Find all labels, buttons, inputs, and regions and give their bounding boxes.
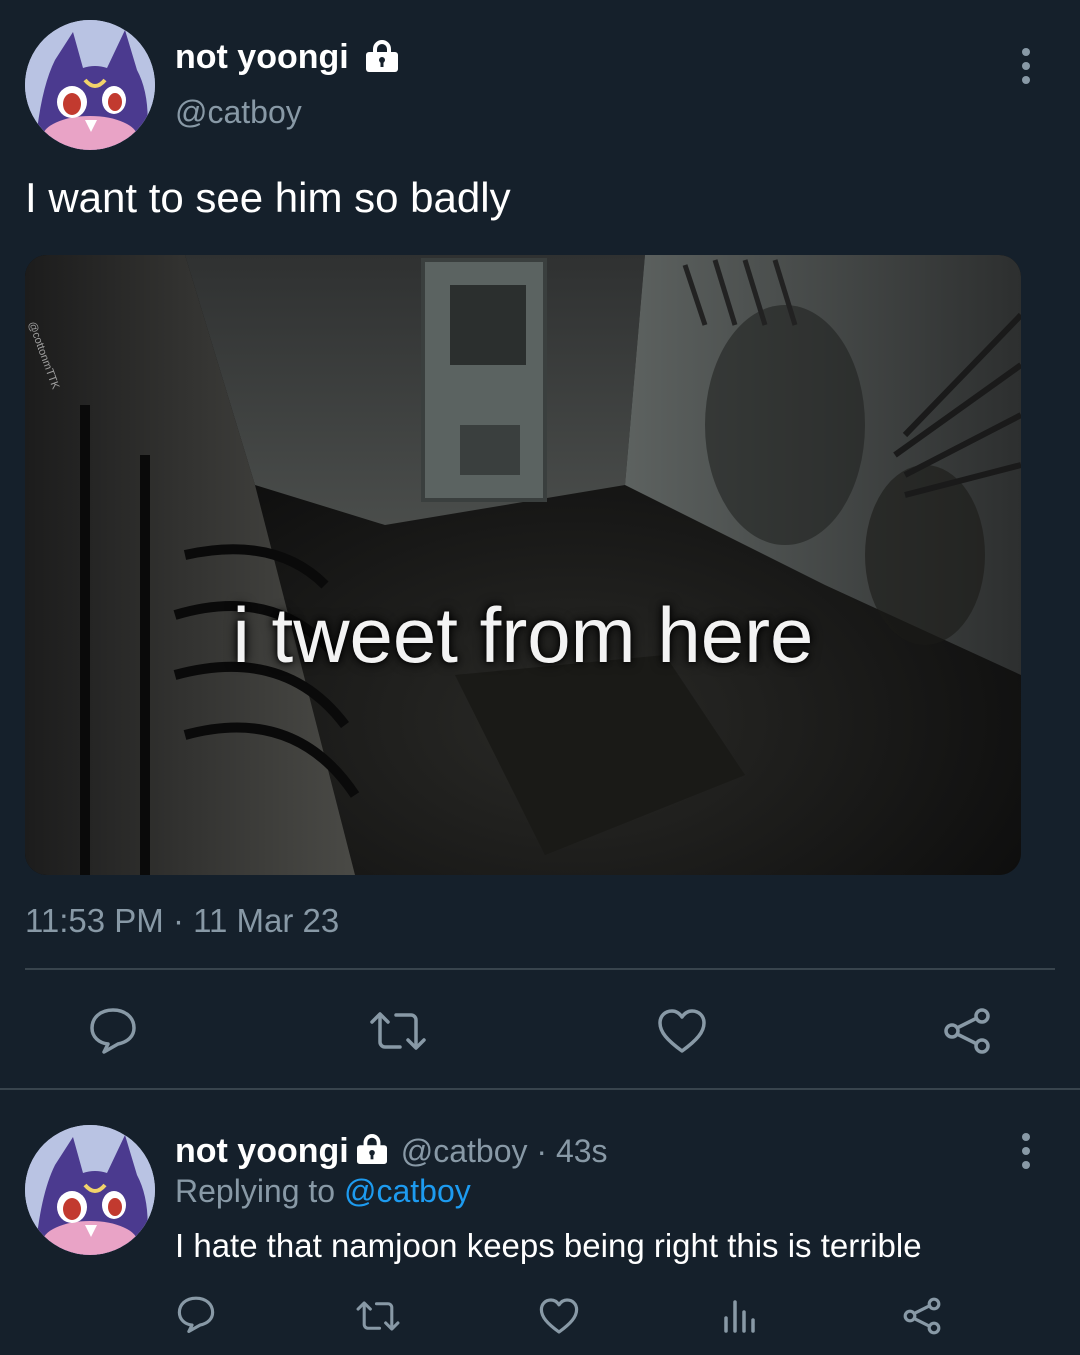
divider	[0, 1088, 1080, 1090]
author-name[interactable]: not yoongi	[175, 38, 400, 81]
speech-bubble-icon[interactable]	[88, 1006, 138, 1054]
heart-icon[interactable]	[539, 1297, 579, 1335]
replying-to-handle-link[interactable]: @catboy	[344, 1173, 471, 1209]
reply-meta[interactable]: @catboy · 43s	[401, 1133, 608, 1170]
reply-avatar[interactable]	[25, 1125, 155, 1255]
retweet-icon[interactable]	[355, 1298, 401, 1334]
share-icon[interactable]	[942, 1006, 992, 1056]
reply-header: not yoongi @catboy · 43s	[175, 1132, 608, 1171]
bar-chart-icon[interactable]	[722, 1298, 756, 1334]
more-vertical-icon[interactable]	[1022, 48, 1030, 84]
tweet-text: I want to see him so badly	[25, 174, 511, 221]
replying-to: Replying to @catboy	[175, 1173, 471, 1210]
lock-icon	[355, 1134, 389, 1169]
retweet-icon[interactable]	[368, 1008, 428, 1054]
reply-author-name[interactable]: not yoongi	[175, 1132, 349, 1171]
speech-bubble-icon[interactable]	[176, 1295, 216, 1333]
tweet-media-image[interactable]: @cottonmTTK i tweet from here	[25, 255, 1021, 875]
tweet-timestamp[interactable]: 11:53 PM · 11 Mar 23	[25, 902, 339, 940]
author-name-text[interactable]: not yoongi	[175, 38, 349, 76]
replying-to-label: Replying to	[175, 1173, 344, 1209]
lock-icon	[364, 40, 400, 81]
share-icon[interactable]	[902, 1296, 942, 1336]
media-caption: i tweet from here	[232, 591, 814, 679]
more-vertical-icon[interactable]	[1022, 1133, 1030, 1169]
author-handle[interactable]: @catboy	[175, 94, 302, 131]
heart-icon[interactable]	[657, 1008, 707, 1054]
avatar[interactable]	[25, 20, 155, 150]
divider	[25, 968, 1055, 970]
reply-text: I hate that namjoon keeps being right th…	[175, 1227, 922, 1264]
